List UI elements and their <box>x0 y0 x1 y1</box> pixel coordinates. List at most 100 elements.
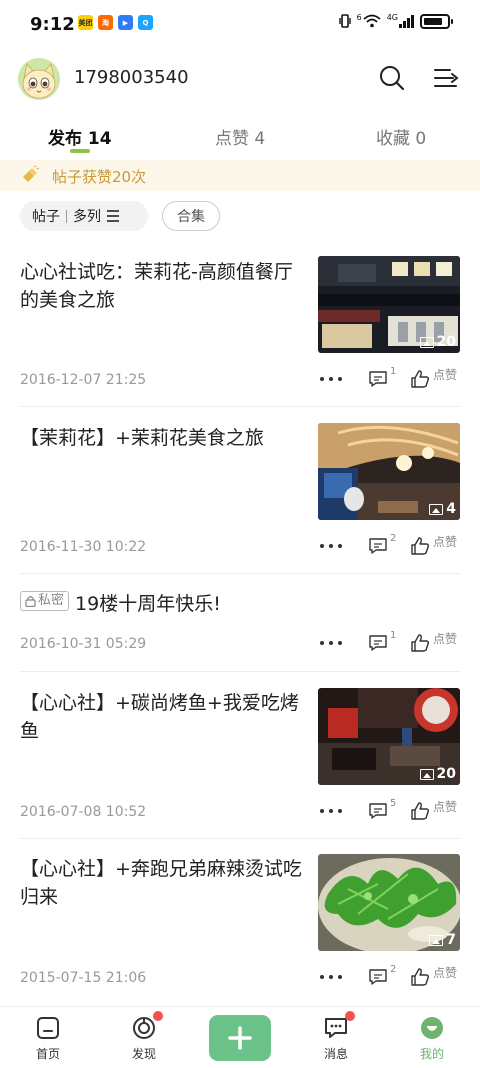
like-icon[interactable] <box>410 633 430 653</box>
post-card[interactable]: 心心社试吃：茉莉花-高颜值餐厅的美食之旅 20 2016-12-07 21:25… <box>0 256 480 407</box>
nav-discover[interactable]: 发现 <box>109 1011 179 1062</box>
private-badge: 私密 <box>20 591 70 611</box>
wifi-label: 6 <box>356 13 362 22</box>
post-date: 2016-11-30 10:22 <box>20 539 147 555</box>
wifi-icon <box>363 14 381 28</box>
post-divider <box>20 671 460 672</box>
tab-liked[interactable]: 点赞 4 <box>215 124 265 149</box>
post-thumbnail[interactable]: 20 <box>318 256 460 353</box>
profile-tabs: 发布 14 点赞 4 收藏 0 <box>0 112 480 158</box>
like-icon[interactable] <box>410 369 430 389</box>
comment-count: 1 <box>390 630 397 641</box>
comment-icon[interactable] <box>368 802 388 820</box>
post-title[interactable]: 【心心社】+奔跑兄弟麻辣烫试吃归来 <box>20 855 310 911</box>
like-label: 点赞 <box>433 632 458 646</box>
add-post-button[interactable] <box>209 1015 271 1061</box>
like-icon[interactable] <box>410 536 430 556</box>
nav-profile[interactable]: 我的 <box>397 1015 467 1062</box>
notification-badge <box>345 1011 355 1021</box>
comment-count: 5 <box>390 798 397 809</box>
like-icon[interactable] <box>410 967 430 987</box>
profile-header: 1798003540 <box>0 48 480 108</box>
search-icon[interactable] <box>378 64 406 92</box>
post-date: 2016-07-08 10:52 <box>20 804 147 820</box>
comment-icon[interactable] <box>368 968 388 986</box>
post-title-row[interactable]: 私密 19楼十周年快乐! <box>20 590 460 618</box>
more-options-icon[interactable] <box>320 975 342 981</box>
image-count-badge: 20 <box>419 334 456 350</box>
likes-count-text: 帖子获赞20次 <box>52 168 147 186</box>
message-icon <box>323 1011 355 1041</box>
gallery-icon <box>419 336 434 348</box>
gallery-icon <box>429 503 444 515</box>
lock-icon <box>25 596 36 607</box>
comment-icon[interactable] <box>368 634 388 652</box>
notification-badge <box>153 1011 163 1021</box>
gallery-icon <box>429 934 444 946</box>
tab-favorites[interactable]: 收藏 0 <box>376 124 426 149</box>
bottom-navigation: 首页 发现 消息 我的 <box>0 1006 480 1068</box>
post-title[interactable]: 心心社试吃：茉莉花-高颜值餐厅的美食之旅 <box>20 258 310 314</box>
comment-count: 1 <box>390 366 397 377</box>
post-title[interactable]: 【茉莉花】+茉莉花美食之旅 <box>20 424 310 452</box>
post-date: 2015-07-15 21:06 <box>20 970 147 986</box>
post-thumbnail[interactable]: 7 <box>318 854 460 951</box>
like-label: 点赞 <box>433 535 458 549</box>
post-title[interactable]: 19楼十周年快乐! <box>75 593 221 615</box>
gallery-icon <box>419 768 434 780</box>
multi-column-icon <box>107 210 119 222</box>
comment-count: 2 <box>390 533 397 544</box>
vibrate-icon <box>338 14 351 28</box>
avatar[interactable] <box>18 58 60 100</box>
network-label: 4G <box>386 13 398 22</box>
comment-icon[interactable] <box>368 370 388 388</box>
post-divider <box>20 573 460 574</box>
comment-icon[interactable] <box>368 537 388 555</box>
post-date: 2016-10-31 05:29 <box>20 636 147 652</box>
post-card[interactable]: 【心心社】+奔跑兄弟麻辣烫试吃归来 7 2015-07-15 21:06 2 点… <box>0 854 480 1004</box>
likes-banner: 帖子获赞20次 <box>0 160 480 191</box>
nav-messages-label: 消息 <box>323 1047 348 1061</box>
battery-icon <box>420 13 453 29</box>
status-indicators: 6 4G <box>338 13 453 29</box>
image-count-badge: 20 <box>419 766 456 782</box>
menu-icon[interactable] <box>432 64 460 92</box>
more-options-icon[interactable] <box>320 377 342 383</box>
post-thumbnail[interactable]: 20 <box>318 688 460 785</box>
nav-home[interactable]: 首页 <box>13 1015 83 1062</box>
like-icon[interactable] <box>410 801 430 821</box>
collection-chip[interactable]: 合集 <box>162 201 220 231</box>
chip-posts-label: 帖子 <box>32 209 60 225</box>
like-label: 点赞 <box>433 966 458 980</box>
profile-icon <box>419 1015 445 1041</box>
chip-multicol-label: 多列 <box>73 209 101 225</box>
status-app-icons: 美团 淘 ▶ Q <box>78 15 153 30</box>
post-view-toggle[interactable]: 帖子 多列 <box>20 201 148 231</box>
post-title[interactable]: 【心心社】+碳尚烤鱼+我爱吃烤鱼 <box>20 689 310 745</box>
discover-icon <box>131 1011 163 1041</box>
status-time: 9:12 <box>30 14 75 35</box>
taobao-app-icon: 淘 <box>98 15 113 30</box>
nav-messages[interactable]: 消息 <box>301 1011 371 1062</box>
tab-published[interactable]: 发布 14 <box>48 124 112 149</box>
post-card[interactable]: 【心心社】+碳尚烤鱼+我爱吃烤鱼 20 2016-07-08 10:52 5 点… <box>0 688 480 839</box>
post-divider <box>20 406 460 407</box>
image-count-badge: 4 <box>429 501 456 517</box>
home-icon <box>35 1015 61 1041</box>
post-divider <box>20 838 460 839</box>
like-label: 点赞 <box>433 800 458 814</box>
status-bar: 9:12 美团 淘 ▶ Q 6 4G <box>0 0 480 48</box>
post-card[interactable]: 【茉莉花】+茉莉花美食之旅 4 2016-11-30 10:22 2 点赞 <box>0 423 480 574</box>
cat-avatar-icon <box>18 58 60 100</box>
more-options-icon[interactable] <box>320 641 342 647</box>
more-options-icon[interactable] <box>320 544 342 550</box>
like-label: 点赞 <box>433 368 458 382</box>
more-options-icon[interactable] <box>320 809 342 815</box>
post-card[interactable]: 私密 19楼十周年快乐! 2016-10-31 05:29 1 点赞 <box>0 590 480 672</box>
post-thumbnail[interactable]: 4 <box>318 423 460 520</box>
arrow-app-icon: ▶ <box>118 15 133 30</box>
username[interactable]: 1798003540 <box>74 67 189 88</box>
search-app-icon: Q <box>138 15 153 30</box>
post-date: 2016-12-07 21:25 <box>20 372 147 388</box>
meituan-app-icon: 美团 <box>78 15 93 30</box>
